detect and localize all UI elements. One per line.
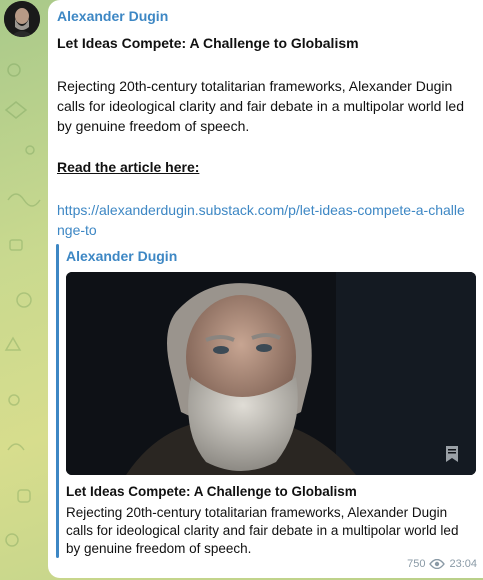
link-preview-site-name[interactable]: Alexander Dugin [66,248,177,264]
link-preview-description: Rejecting 20th-century totalitarian fram… [66,505,459,556]
portrait-image [66,272,476,475]
message-title: Let Ideas Compete: A Challenge to Global… [57,35,359,51]
avatar[interactable] [4,1,40,37]
read-article-label: Read the article here: [57,159,200,175]
message-bubble: Alexander Dugin Let Ideas Compete: A Cha… [48,0,483,578]
bookmark-icon[interactable] [444,445,460,463]
message-body: Rejecting 20th-century totalitarian fram… [57,78,464,134]
article-link[interactable]: https://alexanderdugin.substack.com/p/le… [57,200,467,240]
link-preview-accent-bar [56,244,59,558]
link-preview-title: Let Ideas Compete: A Challenge to Global… [66,484,357,499]
message-meta: 750 23:04 [407,558,477,570]
background-pattern [4,63,41,547]
eye-icon [429,559,446,569]
sender-name[interactable]: Alexander Dugin [57,8,168,24]
message-time: 23:04 [449,558,477,570]
view-count: 750 [407,558,426,570]
avatar-image [4,1,40,37]
link-preview-image[interactable] [66,272,476,475]
